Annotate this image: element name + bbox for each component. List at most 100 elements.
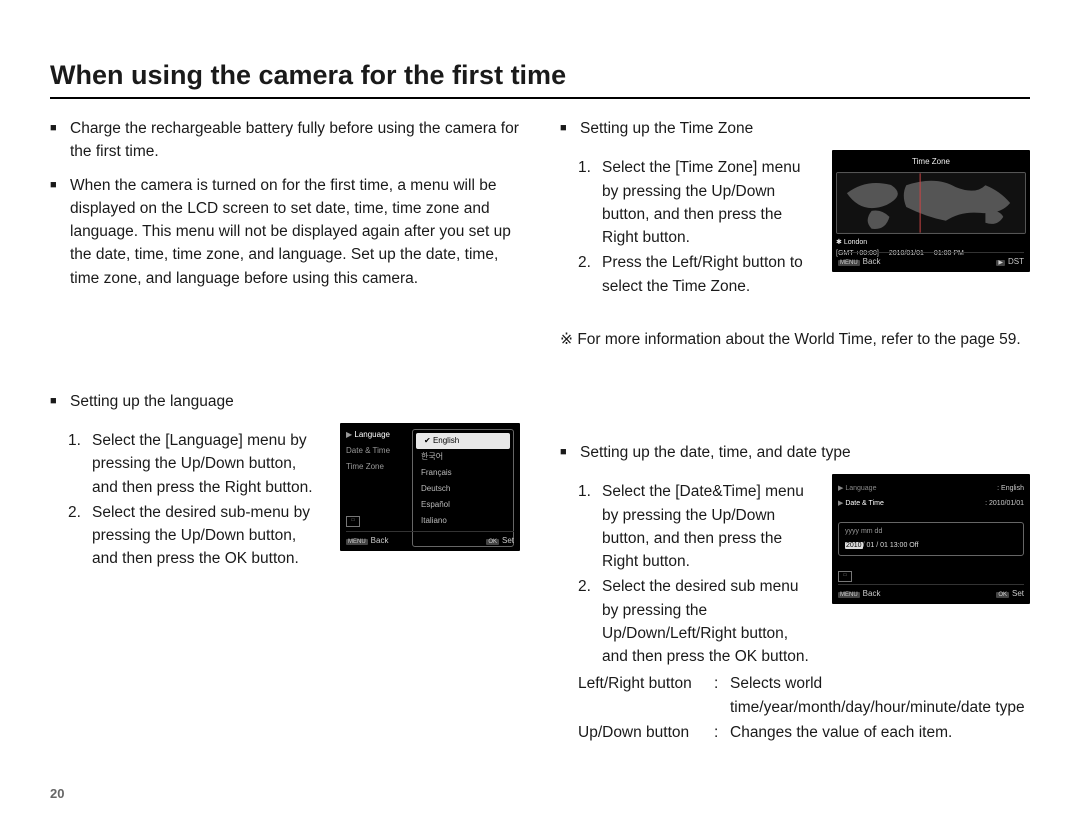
colon: : — [714, 721, 724, 744]
menu-item: Language — [845, 485, 876, 492]
language-step-1: 1. Select the [Language] menu by pressin… — [68, 429, 326, 499]
bullet-icon: ■ — [560, 117, 574, 140]
menu-btn-label: MENU — [346, 539, 368, 545]
intro-text-1: Charge the rechargeable battery fully be… — [70, 117, 520, 164]
intro-bullet-2: ■ When the camera is turned on for the f… — [50, 174, 520, 290]
lcd-options: ✔ English 한국어 Français Deutsch Español I… — [412, 429, 514, 547]
tz-title: Time Zone — [836, 154, 1026, 172]
kv-label: Left/Right button — [578, 672, 708, 719]
language-section: 1. Select the [Language] menu by pressin… — [50, 423, 520, 573]
button-desc-lr: Left/Right button : Selects world time/y… — [560, 672, 1030, 719]
two-column-layout: ■ Charge the rechargeable battery fully … — [50, 117, 1030, 744]
option: Deutsch — [413, 481, 513, 497]
world-map — [836, 172, 1026, 234]
tz-city: London — [844, 239, 867, 246]
option: English — [433, 436, 459, 445]
menu-value: 2010/01/01 — [989, 500, 1024, 507]
bullet-icon: ■ — [50, 390, 64, 413]
star-icon: ✱ — [836, 239, 842, 246]
language-heading-text: Setting up the language — [70, 390, 520, 413]
reference-text: For more information about the World Tim… — [577, 331, 1020, 348]
datetime-step-2: 2. Select the desired sub menu by pressi… — [578, 575, 818, 668]
timezone-steps: 1. Select the [Time Zone] menu by pressi… — [560, 156, 818, 300]
page-number: 20 — [50, 786, 64, 801]
step-text: Select the [Time Zone] menu by pressing … — [602, 156, 818, 249]
bullet-icon: ■ — [50, 174, 64, 290]
menu-btn-label: MENU — [838, 260, 860, 266]
date-rest: / 01 / 01 13:00 Off — [863, 542, 919, 549]
step-number: 2. — [578, 251, 598, 298]
dst-label: DST — [1008, 257, 1024, 266]
step-number: 1. — [68, 429, 88, 499]
back-label: Back — [371, 536, 389, 545]
kv-label: Up/Down button — [578, 721, 708, 744]
set-label: Set — [502, 536, 514, 545]
lcd-timezone-screen: Time Zone ✱ London — [832, 150, 1030, 272]
datetime-section: 1. Select the [Date&Time] menu by pressi… — [560, 474, 1030, 670]
dt-edit-box: yyyy mm dd 2010/ 01 / 01 13:00 Off — [838, 522, 1024, 556]
step-text: Press the Left/Right button to select th… — [602, 251, 818, 298]
menu-btn-label: MENU — [838, 592, 860, 598]
language-heading: ■ Setting up the language — [50, 390, 520, 413]
reference-symbol: ※ — [560, 331, 573, 348]
page-title: When using the camera for the first time — [50, 60, 1030, 99]
timezone-step-1: 1. Select the [Time Zone] menu by pressi… — [578, 156, 818, 249]
datetime-step-1: 1. Select the [Date&Time] menu by pressi… — [578, 480, 818, 573]
timezone-section: 1. Select the [Time Zone] menu by pressi… — [560, 150, 1030, 300]
option: Italiano — [413, 513, 513, 529]
dst-btn-label: ▶ — [996, 260, 1005, 266]
step-number: 2. — [578, 575, 598, 668]
camera-icon: ▭ — [838, 571, 852, 582]
option: Español — [413, 497, 513, 513]
menu-item: Language — [354, 430, 390, 439]
intro-text-2: When the camera is turned on for the fir… — [70, 174, 520, 290]
step-text: Select the desired sub menu by pressing … — [602, 575, 818, 668]
ok-btn-label: OK — [996, 592, 1009, 598]
camera-icon: ▭ — [346, 516, 360, 527]
lcd-footer: MENUBack OKSet — [838, 584, 1024, 600]
language-steps: 1. Select the [Language] menu by pressin… — [50, 429, 326, 573]
set-label: Set — [1012, 589, 1024, 598]
bullet-icon: ■ — [560, 441, 574, 464]
lcd-datetime-screen: ▶ Language ▶ Date & Time : English : 201… — [832, 474, 1030, 604]
datetime-steps: 1. Select the [Date&Time] menu by pressi… — [560, 480, 818, 670]
column-right: ■ Setting up the Time Zone 1. Select the… — [560, 117, 1030, 744]
dt-values: : English : 2010/01/01 — [985, 484, 1024, 509]
lcd-language-screen: ▶ Language Date & Time Time Zone ✔ Engli… — [340, 423, 520, 551]
dt-menu: ▶ Language ▶ Date & Time — [838, 484, 884, 509]
intro-bullet-1: ■ Charge the rechargeable battery fully … — [50, 117, 520, 164]
menu-value: English — [1001, 485, 1024, 492]
date-format: yyyy mm dd — [845, 527, 1017, 538]
ok-btn-label: OK — [486, 539, 499, 545]
bullet-icon: ■ — [50, 117, 64, 164]
manual-page: When using the camera for the first time… — [0, 0, 1080, 815]
column-left: ■ Charge the rechargeable battery fully … — [50, 117, 520, 744]
timezone-heading: ■ Setting up the Time Zone — [560, 117, 1030, 140]
option: Français — [413, 465, 513, 481]
option: 한국어 — [413, 449, 513, 465]
button-desc-ud: Up/Down button : Changes the value of ea… — [560, 721, 1030, 744]
lcd-menu-left: ▶ Language Date & Time Time Zone — [346, 429, 406, 547]
lcd-footer: MENUBack ▶DST — [838, 252, 1024, 268]
menu-item: Date & Time — [845, 500, 884, 507]
step-number: 1. — [578, 480, 598, 573]
world-map-svg — [837, 173, 1025, 233]
lcd-footer: MENUBack OKSet — [346, 531, 514, 547]
tz-city-line: ✱ London — [836, 238, 1026, 249]
step-text: Select the desired sub-menu by pressing … — [92, 501, 326, 571]
step-text: Select the [Date&Time] menu by pressing … — [602, 480, 818, 573]
kv-desc: Selects world time/year/month/day/hour/m… — [730, 672, 1030, 719]
kv-desc: Changes the value of each item. — [730, 721, 1030, 744]
colon: : — [714, 672, 724, 719]
timezone-reference-note: ※ For more information about the World T… — [560, 328, 1030, 351]
timezone-heading-text: Setting up the Time Zone — [580, 117, 1030, 140]
timezone-step-2: 2. Press the Left/Right button to select… — [578, 251, 818, 298]
year-highlight: 2010 — [845, 542, 863, 549]
step-number: 1. — [578, 156, 598, 249]
datetime-heading-text: Setting up the date, time, and date type — [580, 441, 1030, 464]
back-label: Back — [863, 589, 881, 598]
menu-item: Time Zone — [346, 461, 406, 473]
step-text: Select the [Language] menu by pressing t… — [92, 429, 326, 499]
date-value-row: 2010/ 01 / 01 13:00 Off — [845, 541, 1017, 552]
step-number: 2. — [68, 501, 88, 571]
